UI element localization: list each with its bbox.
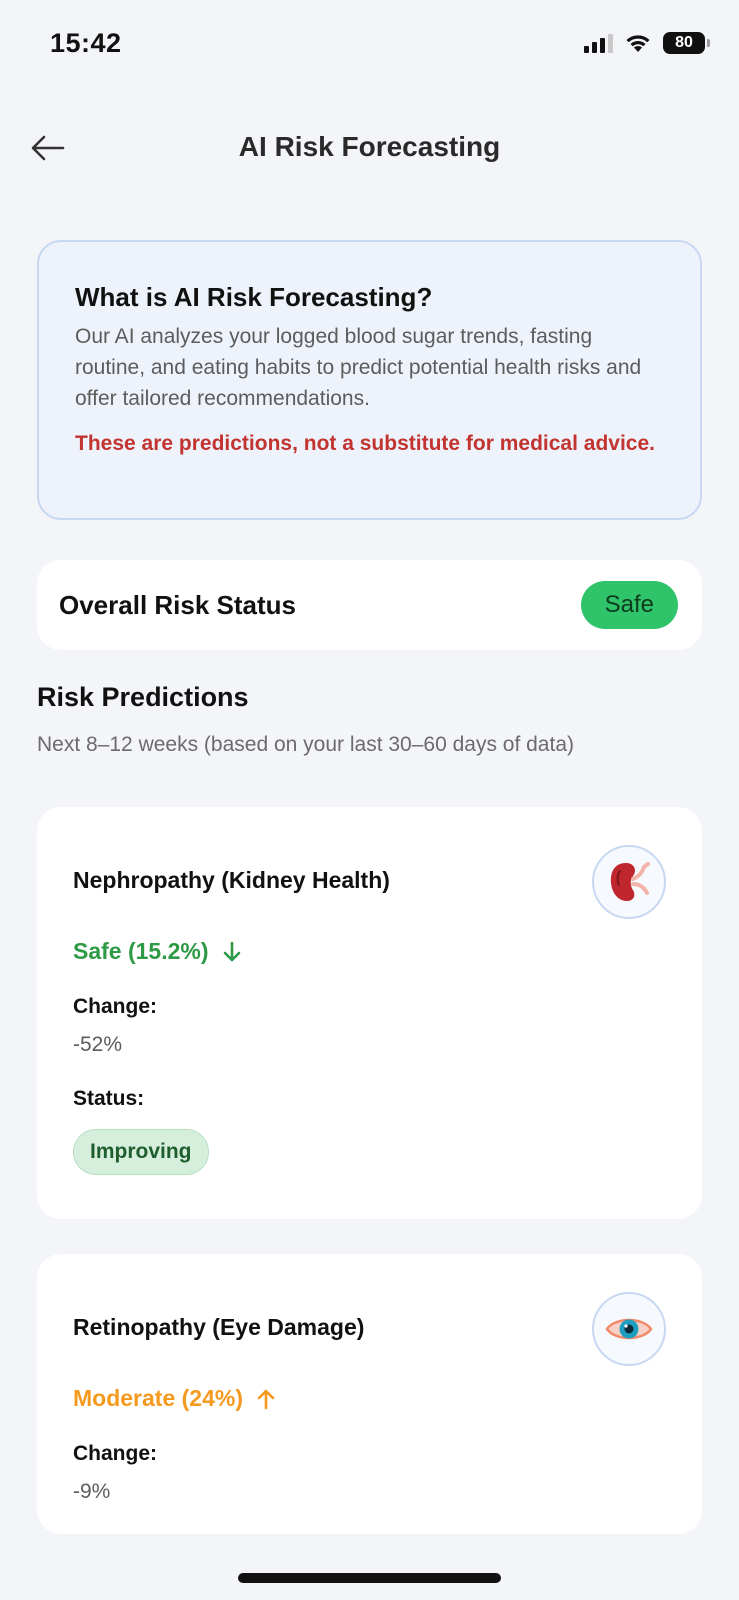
risk-predictions-subtitle: Next 8–12 weeks (based on your last 30–6… [37,733,574,756]
status-badge: Improving [73,1129,209,1175]
prediction-risk: Safe (15.2%) [73,938,209,964]
change-label: Change: [73,995,157,1018]
overall-risk-badge: Safe [580,581,678,629]
info-title: What is AI Risk Forecasting? [75,282,433,312]
prediction-card-retinopathy[interactable]: Retinopathy (Eye Damage) Moderate (24%) … [37,1254,702,1534]
info-warning: These are predictions, not a substitute … [75,432,655,455]
arrow-up-icon [257,1389,275,1409]
info-card: What is AI Risk Forecasting? Our AI anal… [37,240,702,520]
bottom-bar [0,1534,739,1600]
kidney-icon [592,845,666,919]
prediction-name: Retinopathy (Eye Damage) [73,1314,365,1340]
arrow-down-icon [223,941,240,961]
change-value: -9% [73,1480,111,1503]
prediction-risk: Moderate (24%) [73,1385,243,1411]
change-label: Change: [73,1442,157,1465]
change-value: -52% [73,1033,123,1056]
eye-icon [592,1292,666,1366]
battery-icon: 80 [663,32,710,54]
signal-icon [584,33,613,53]
status-bar: 15:42 80 [0,0,739,90]
prediction-risk-row: Moderate (24%) [73,1385,666,1412]
prediction-name: Nephropathy (Kidney Health) [73,867,390,893]
risk-predictions-title: Risk Predictions [37,682,249,712]
prediction-risk-row: Safe (15.2%) [73,938,666,965]
header: AI Risk Forecasting [0,118,739,178]
wifi-icon [626,35,650,52]
page-title: AI Risk Forecasting [238,131,501,162]
info-body: Our AI analyzes your logged blood sugar … [75,325,642,410]
screen: 15:42 80 AI Risk Forecasting What is AI … [0,0,739,1600]
status-time: 15:42 [50,28,122,58]
overall-risk-label: Overall Risk Status [59,589,296,620]
home-indicator[interactable] [238,1573,501,1583]
status-icons: 80 [584,32,710,54]
status-label: Status: [73,1087,145,1110]
overall-risk-card: Overall Risk Status Safe [37,560,702,650]
prediction-card-nephropathy[interactable]: Nephropathy (Kidney Health) Safe (15.2%)… [37,807,702,1219]
